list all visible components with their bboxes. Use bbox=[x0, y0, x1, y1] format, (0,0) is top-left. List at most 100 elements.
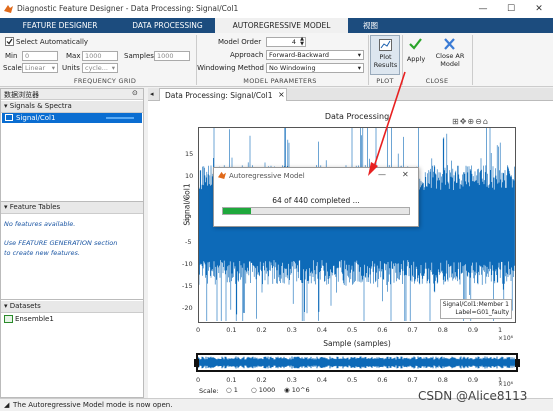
overview-tick-label: 0 bbox=[196, 376, 201, 384]
model-order-value: 4 bbox=[291, 38, 296, 46]
table-icon bbox=[4, 315, 13, 323]
section-divider bbox=[472, 35, 473, 85]
tab-view[interactable]: 视图 bbox=[348, 18, 393, 33]
overview-tick-label: 0.2 bbox=[256, 376, 267, 384]
signals-spectra-header[interactable]: ▾ Signals & Spectra bbox=[1, 101, 143, 113]
spinner-arrows-icon[interactable]: ▲ ▼ bbox=[300, 37, 304, 47]
samples-input[interactable]: 1000 bbox=[154, 51, 190, 61]
close-window-button[interactable]: ✕ bbox=[528, 2, 550, 16]
overview-tick-label: 0.6 bbox=[377, 376, 388, 384]
tab-data-processing[interactable]: DATA PROCESSING bbox=[120, 18, 215, 33]
samples-label: Samples bbox=[124, 52, 154, 60]
select-automatically-checkbox[interactable] bbox=[5, 37, 14, 46]
plot-title: Data Processing bbox=[324, 112, 390, 121]
y-tick-label: 5 bbox=[185, 194, 190, 202]
x-tick-label: 0.7 bbox=[407, 326, 418, 334]
overview-tick-label: 0.3 bbox=[286, 376, 297, 384]
overview-waveform bbox=[197, 356, 516, 369]
scale-label: Scale bbox=[3, 64, 22, 72]
dataset-list-item[interactable]: Ensemble1 bbox=[2, 314, 142, 324]
y-tick-label: 15 bbox=[185, 150, 194, 158]
plot-results-button[interactable]: Plot Results bbox=[370, 35, 400, 75]
y-tick-label: -5 bbox=[185, 238, 192, 246]
signal-list-item[interactable]: Signal/Col1 bbox=[2, 113, 142, 123]
collapse-triangle-icon[interactable]: ◂ bbox=[150, 90, 154, 98]
chevron-down-icon: ▾ bbox=[111, 64, 115, 72]
apply-button[interactable]: Apply bbox=[404, 35, 428, 75]
x-tick-label: 0.8 bbox=[437, 326, 448, 334]
tab-close-icon[interactable]: × bbox=[278, 90, 285, 99]
ribbon-tab-bar: FEATURE DESIGNER DATA PROCESSING AUTOREG… bbox=[0, 18, 553, 33]
apply-label: Apply bbox=[406, 55, 426, 63]
signal-icon bbox=[5, 114, 13, 121]
x-tick-label: 0.9 bbox=[467, 326, 479, 334]
x-tick-label: 0.2 bbox=[256, 326, 267, 334]
feature-tables-header[interactable]: ▾ Feature Tables bbox=[1, 202, 143, 214]
document-tab[interactable]: Data Processing: Signal/Col1 × bbox=[159, 88, 287, 101]
plot-chart-icon bbox=[379, 39, 392, 53]
overview-tick-label: 0.7 bbox=[407, 376, 418, 384]
y-tick-label: 10 bbox=[185, 172, 194, 180]
tab-autoregressive-model[interactable]: AUTOREGRESSIVE MODEL bbox=[215, 18, 348, 33]
signal-line-swatch bbox=[106, 117, 134, 119]
overview-panner[interactable] bbox=[194, 353, 520, 372]
dialog-title: Autoregressive Model bbox=[229, 172, 305, 180]
units-value: cycle... bbox=[85, 64, 108, 72]
x-tick-label: 0.5 bbox=[347, 326, 358, 334]
progress-bar bbox=[222, 207, 410, 215]
scale-radio-1000[interactable]: ○ 1000 bbox=[251, 386, 275, 394]
status-message: The Autoregressive Model mode is now ope… bbox=[13, 401, 173, 409]
left-range-handle[interactable] bbox=[194, 359, 199, 367]
approach-value: Forward-Backward bbox=[269, 51, 330, 59]
x-tick-label: 1 bbox=[498, 326, 503, 334]
scale-dropdown[interactable]: Linear ▾ bbox=[22, 63, 58, 73]
no-features-text: No features available. bbox=[4, 220, 76, 228]
signal-item-label: Signal/Col1 bbox=[16, 114, 56, 122]
model-order-label: Model Order bbox=[218, 38, 262, 46]
close-x-icon bbox=[443, 38, 456, 52]
chevron-down-icon: ▾ bbox=[357, 64, 361, 72]
dataset-item-label: Ensemble1 bbox=[15, 315, 54, 323]
x-tick-label: 0.1 bbox=[226, 326, 237, 334]
section-divider bbox=[196, 35, 197, 85]
matlab-logo-icon bbox=[4, 4, 13, 13]
right-range-handle[interactable] bbox=[515, 359, 520, 367]
scale-radio-1[interactable]: ○ 1 bbox=[226, 386, 238, 394]
close-ar-model-button[interactable]: Close AR Model bbox=[430, 35, 470, 75]
legend-line2: Label=G01_faulty bbox=[455, 309, 509, 316]
document-tab-bar: ◂ Data Processing: Signal/Col1 × bbox=[148, 88, 553, 101]
min-input[interactable]: 0 bbox=[22, 51, 58, 61]
close-section-label: CLOSE bbox=[425, 77, 449, 85]
data-browser-title: 数据浏览器 bbox=[4, 91, 39, 99]
y-tick-label: 0 bbox=[185, 216, 190, 224]
ribbon-toolstrip: Select Automatically Min 0 Max 1000 Samp… bbox=[0, 33, 553, 87]
approach-label: Approach bbox=[230, 51, 264, 59]
x-tick-label: 0.6 bbox=[377, 326, 388, 334]
x-tick-label: 0.4 bbox=[316, 326, 328, 334]
matlab-logo-icon bbox=[218, 171, 226, 179]
datasets-header[interactable]: ▾ Datasets bbox=[1, 301, 143, 313]
units-dropdown[interactable]: cycle... ▾ bbox=[82, 63, 118, 73]
feature-hint-line1: Use FEATURE GENERATION section bbox=[4, 239, 118, 247]
approach-dropdown[interactable]: Forward-Backward ▾ bbox=[266, 50, 364, 60]
x-tick-label: 0.3 bbox=[286, 326, 297, 334]
close-ar-model-label: Close AR Model bbox=[435, 52, 465, 68]
minimize-button[interactable]: — bbox=[472, 2, 494, 16]
progress-message: 64 of 440 completed ... bbox=[272, 196, 360, 205]
windowing-method-dropdown[interactable]: No Windowing ▾ bbox=[266, 63, 364, 73]
window-title: Diagnostic Feature Designer - Data Proce… bbox=[17, 4, 239, 13]
overview-tick-label: 0.8 bbox=[437, 376, 448, 384]
scale-radio-1e6[interactable]: ◉ 10^6 bbox=[284, 386, 310, 394]
panel-menu-icon[interactable]: ⊙ bbox=[132, 89, 138, 97]
overview-tick-label: 1 bbox=[498, 376, 503, 384]
min-label: Min bbox=[5, 52, 18, 60]
tab-feature-designer[interactable]: FEATURE DESIGNER bbox=[0, 18, 120, 33]
y-tick-label: -20 bbox=[182, 304, 193, 312]
max-input[interactable]: 1000 bbox=[82, 51, 118, 61]
panel-divider bbox=[1, 299, 143, 300]
model-order-spinner[interactable]: 4 ▲ ▼ bbox=[266, 37, 306, 47]
maximize-button[interactable]: ☐ bbox=[500, 2, 522, 16]
overview-trace bbox=[197, 356, 516, 369]
select-automatically-label: Select Automatically bbox=[16, 38, 89, 46]
model-parameters-section-label: MODEL PARAMETERS bbox=[243, 77, 317, 85]
